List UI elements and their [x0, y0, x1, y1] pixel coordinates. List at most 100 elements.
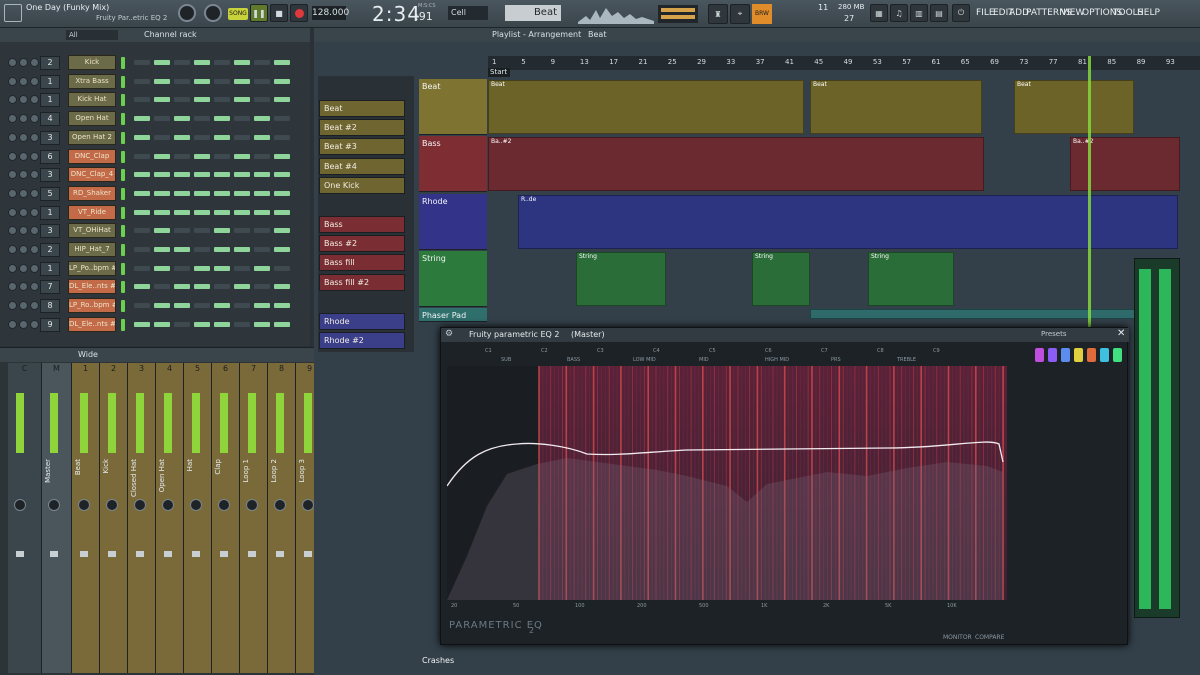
step-button[interactable] — [234, 153, 250, 159]
volume-fader[interactable] — [164, 551, 172, 557]
step-button[interactable] — [254, 284, 270, 290]
channel-select-led[interactable] — [121, 94, 125, 107]
volume-fader[interactable] — [80, 551, 88, 557]
channel-row[interactable]: 3 DNC_Clap_4 — [0, 166, 300, 184]
step-button[interactable] — [174, 247, 190, 252]
pattern-item[interactable]: One Kick — [319, 176, 405, 194]
step-button[interactable] — [174, 78, 190, 84]
playlist-clip[interactable]: Ba..#2 — [1070, 137, 1180, 191]
pattern-item[interactable]: Beat #4 — [319, 157, 405, 175]
pan-knob[interactable] — [19, 132, 28, 142]
channel-select-led[interactable] — [121, 244, 125, 256]
step-button[interactable] — [234, 303, 250, 309]
mute-led[interactable] — [8, 245, 17, 254]
volume-knob[interactable] — [30, 188, 39, 198]
channel-select-led[interactable] — [121, 169, 125, 182]
step-button[interactable] — [154, 78, 170, 84]
mixer-strip[interactable]: M Master — [42, 363, 72, 673]
pan-knob[interactable] — [162, 499, 174, 511]
wait-icon[interactable]: ⌖ — [730, 4, 750, 24]
step-button[interactable] — [214, 116, 230, 122]
step-button[interactable] — [174, 284, 190, 290]
pan-knob[interactable] — [14, 499, 26, 511]
channel-name[interactable]: DNC_Clap — [68, 148, 116, 164]
step-button[interactable] — [134, 172, 150, 178]
volume-knob[interactable] — [30, 76, 39, 86]
eq-band-tag[interactable]: C1 — [485, 348, 492, 354]
step-button[interactable] — [154, 265, 170, 271]
volume-knob[interactable] — [30, 114, 39, 124]
mute-led[interactable] — [8, 132, 17, 142]
channel-select-led[interactable] — [121, 57, 125, 69]
mixer-strip[interactable]: 5 Hat — [184, 363, 212, 673]
pattern-item[interactable]: Beat #3 — [319, 138, 405, 156]
step-button[interactable] — [234, 134, 250, 140]
step-button[interactable] — [274, 190, 290, 196]
channel-mixer-track[interactable]: 8 — [40, 299, 60, 314]
channel-row[interactable]: 3 VT_OHiHat — [0, 222, 300, 240]
step-button[interactable] — [214, 60, 230, 65]
pan-knob[interactable] — [19, 282, 28, 292]
step-button[interactable] — [214, 247, 230, 252]
volume-knob[interactable] — [30, 58, 39, 67]
pitch-knob[interactable] — [178, 4, 196, 22]
pattern-item[interactable]: Beat — [319, 100, 405, 117]
channel-name[interactable]: RD_Shaker — [68, 185, 116, 201]
pan-knob[interactable] — [19, 226, 28, 236]
mute-led[interactable] — [8, 188, 17, 198]
eq-titlebar[interactable]: ⚙ Fruity parametric EQ 2 (Master) Preset… — [441, 328, 1129, 342]
volume-fader[interactable] — [108, 551, 116, 557]
step-button[interactable] — [214, 228, 230, 234]
channel-name[interactable]: Xtra Bass — [68, 73, 116, 89]
mute-led[interactable] — [8, 301, 17, 311]
step-button[interactable] — [254, 172, 270, 178]
step-button[interactable] — [194, 78, 210, 84]
step-button[interactable] — [174, 321, 190, 327]
mute-led[interactable] — [8, 282, 17, 292]
step-button[interactable] — [214, 78, 230, 84]
volume-knob[interactable] — [30, 301, 39, 311]
mute-led[interactable] — [8, 263, 17, 273]
channel-mixer-track[interactable]: 3 — [40, 168, 60, 183]
channel-select-led[interactable] — [121, 225, 125, 238]
step-button[interactable] — [274, 284, 290, 290]
channel-mixer-track[interactable]: 3 — [40, 224, 60, 239]
channel-row[interactable]: 1 Xtra Bass — [0, 73, 300, 91]
step-button[interactable] — [214, 190, 230, 196]
mute-led[interactable] — [8, 319, 17, 329]
step-button[interactable] — [234, 60, 250, 65]
playlist-clip[interactable]: String — [576, 252, 666, 306]
step-button[interactable] — [194, 116, 210, 122]
channel-mixer-track[interactable]: 1 — [40, 205, 60, 220]
volume-knob[interactable] — [30, 95, 39, 105]
pan-knob[interactable] — [19, 170, 28, 180]
pan-knob[interactable] — [106, 499, 118, 511]
monitor-label[interactable]: MONITOR — [943, 634, 972, 641]
step-button[interactable] — [234, 172, 250, 178]
playlist-clip[interactable] — [810, 309, 1180, 319]
step-button[interactable] — [134, 265, 150, 271]
step-button[interactable] — [194, 172, 210, 178]
step-button[interactable] — [154, 190, 170, 196]
step-button[interactable] — [254, 134, 270, 140]
volume-knob[interactable] — [30, 207, 39, 217]
eq-band-selector[interactable] — [1113, 348, 1122, 362]
step-button[interactable] — [234, 97, 250, 103]
step-button[interactable] — [234, 116, 250, 122]
eq-spectrum[interactable] — [447, 366, 1007, 600]
power-icon[interactable]: ⏻ — [952, 4, 970, 22]
channel-row[interactable]: 9 DL_Ele..nts #3 — [0, 316, 300, 334]
playlist-clip[interactable]: Beat — [810, 80, 982, 134]
track-header[interactable]: Beat — [419, 79, 487, 135]
step-button[interactable] — [274, 78, 290, 84]
pattern-select[interactable]: Beat — [505, 5, 561, 21]
step-button[interactable] — [174, 190, 190, 196]
close-icon[interactable]: ✕ — [1117, 328, 1125, 339]
step-button[interactable] — [234, 284, 250, 290]
fl-logo-icon[interactable] — [4, 4, 22, 22]
mute-led[interactable] — [8, 95, 17, 105]
menu-view[interactable]: VIEW — [1061, 8, 1084, 18]
step-button[interactable] — [274, 228, 290, 234]
step-button[interactable] — [274, 97, 290, 103]
step-button[interactable] — [194, 153, 210, 159]
